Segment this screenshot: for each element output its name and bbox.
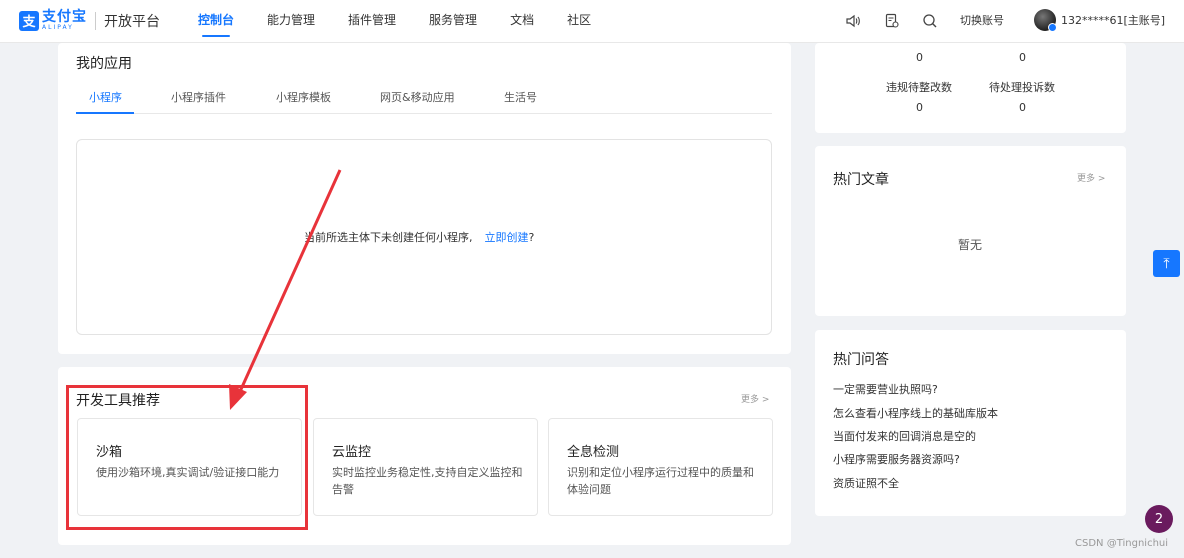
tool-name: 全息检测 bbox=[567, 445, 620, 460]
logo-text-en: ALIPAY bbox=[42, 24, 74, 31]
empty-state-message: 当前所选主体下未创建任何小程序, 立即创建? bbox=[304, 229, 534, 245]
annotation-highlight-box bbox=[66, 385, 308, 530]
alipay-logo[interactable]: 支 支付宝 ALIPAY 开放平台 bbox=[19, 10, 160, 31]
tool-name: 云监控 bbox=[332, 445, 372, 460]
tool-description: 识别和定位小程序运行过程中的质量和体验问题 bbox=[567, 466, 754, 496]
stat-value: 0 bbox=[1019, 51, 1026, 64]
nav-plugins[interactable]: 插件管理 bbox=[348, 0, 396, 43]
platform-title: 开放平台 bbox=[104, 13, 160, 30]
qa-item[interactable]: 当面付发来的回调消息是空的 bbox=[833, 428, 976, 444]
tab-mini-program-plugin[interactable]: 小程序插件 bbox=[171, 89, 226, 105]
tab-web-mobile-app[interactable]: 网页&移动应用 bbox=[380, 89, 455, 105]
document-settings-icon[interactable] bbox=[884, 13, 900, 29]
alipay-logo-icon: 支 bbox=[19, 10, 39, 31]
watermark: CSDN @Tingnichui bbox=[1075, 538, 1169, 549]
main-nav: 控制台 能力管理 插件管理 服务管理 文档 社区 bbox=[198, 0, 624, 43]
tab-life-account[interactable]: 生活号 bbox=[504, 89, 537, 105]
hot-qa-title: 热门问答 bbox=[833, 352, 889, 368]
stat-value: 0 bbox=[916, 51, 923, 64]
stat-value-violations[interactable]: 0 bbox=[916, 101, 923, 114]
tool-card-holographic-detection[interactable]: 全息检测 识别和定位小程序运行过程中的质量和体验问题 bbox=[548, 418, 773, 516]
nav-community[interactable]: 社区 bbox=[567, 0, 591, 43]
qa-item[interactable]: 怎么查看小程序线上的基础库版本 bbox=[833, 405, 998, 421]
user-account-name[interactable]: 132*****61[主账号] bbox=[1061, 12, 1165, 28]
nav-capability[interactable]: 能力管理 bbox=[267, 0, 315, 43]
qa-item[interactable]: 资质证照不全 bbox=[833, 475, 899, 491]
nav-services[interactable]: 服务管理 bbox=[429, 0, 477, 43]
hot-articles-title: 热门文章 bbox=[833, 172, 889, 188]
qa-item[interactable]: 一定需要营业执照吗? bbox=[833, 381, 938, 397]
active-tab-indicator bbox=[76, 112, 134, 114]
stat-value-complaints[interactable]: 0 bbox=[1019, 101, 1026, 114]
logo-text-cn: 支付宝 bbox=[42, 9, 87, 25]
empty-state-text: 当前所选主体下未创建任何小程序, bbox=[304, 231, 473, 244]
hot-articles-empty: 暂无 bbox=[958, 238, 983, 252]
stat-label-violations: 违规待整改数 bbox=[886, 81, 952, 94]
dev-tools-more-link[interactable]: 更多 > bbox=[741, 392, 769, 405]
tool-card-cloud-monitor[interactable]: 云监控 实时监控业务稳定性,支持自定义监控和告警 bbox=[313, 418, 538, 516]
stat-label-complaints: 待处理投诉数 bbox=[989, 81, 1055, 94]
question-mark: ? bbox=[528, 231, 535, 244]
my-apps-title: 我的应用 bbox=[76, 56, 132, 72]
back-to-top-button[interactable]: ⤒ bbox=[1153, 250, 1180, 277]
speaker-icon[interactable] bbox=[845, 13, 861, 29]
nav-console[interactable]: 控制台 bbox=[198, 0, 234, 43]
stats-card bbox=[815, 43, 1126, 133]
hot-articles-more-link[interactable]: 更多 > bbox=[1077, 171, 1105, 184]
qa-item[interactable]: 小程序需要服务器资源吗? bbox=[833, 451, 960, 467]
logo-divider bbox=[95, 11, 96, 30]
search-icon[interactable] bbox=[922, 13, 938, 29]
create-now-link[interactable]: 立即创建 bbox=[485, 231, 529, 244]
tab-mini-program-template[interactable]: 小程序模板 bbox=[276, 89, 331, 105]
nav-docs[interactable]: 文档 bbox=[510, 0, 534, 43]
notification-badge[interactable]: 2 bbox=[1145, 505, 1173, 533]
tab-mini-program[interactable]: 小程序 bbox=[89, 89, 122, 105]
tool-description: 实时监控业务稳定性,支持自定义监控和告警 bbox=[332, 466, 523, 496]
top-bar: 支 支付宝 ALIPAY 开放平台 控制台 能力管理 插件管理 服务管理 文档 … bbox=[0, 0, 1184, 43]
verified-badge-icon bbox=[1048, 23, 1057, 32]
app-type-tabs: 小程序 小程序插件 小程序模板 网页&移动应用 生活号 bbox=[76, 84, 772, 114]
switch-account-link[interactable]: 切换账号 bbox=[960, 12, 1004, 28]
